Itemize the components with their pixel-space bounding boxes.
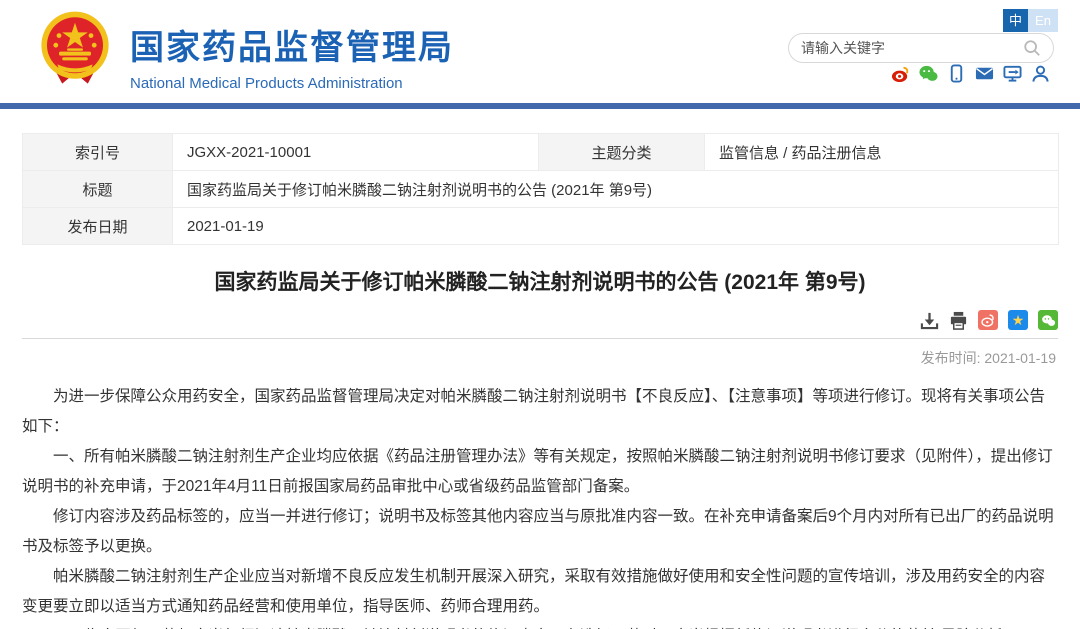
message-board-icon[interactable] — [1003, 64, 1022, 83]
article-action-bar: ★ — [22, 310, 1058, 338]
paragraph: 为进一步保障公众用药安全，国家药品监督管理局决定对帕米膦酸二钠注射剂说明书【不良… — [22, 382, 1058, 442]
site-title-en: National Medical Products Administration — [130, 75, 454, 92]
wechat-icon[interactable] — [919, 64, 938, 83]
lang-en-button[interactable]: En — [1028, 9, 1058, 32]
user-icon[interactable] — [1031, 64, 1050, 83]
article: 国家药监局关于修订帕米膦酸二钠注射剂说明书的公告 (2021年 第9号) ★ — [22, 266, 1058, 629]
search-icon[interactable] — [1023, 39, 1041, 57]
qzone-star-glyph: ★ — [1012, 313, 1025, 327]
meta-category-label: 主题分类 — [539, 134, 705, 171]
paragraph: 一、所有帕米膦酸二钠注射剂生产企业均应依据《药品注册管理办法》等有关规定，按照帕… — [22, 442, 1058, 502]
meta-title-label: 标题 — [23, 171, 173, 208]
paragraph: 修订内容涉及药品标签的，应当一并进行修订；说明书及标签其他内容应当与原批准内容一… — [22, 502, 1058, 562]
meta-index-label: 索引号 — [23, 134, 173, 171]
download-icon[interactable] — [920, 311, 939, 330]
mobile-icon[interactable] — [947, 64, 966, 83]
table-row: 发布日期 2021-01-19 — [23, 208, 1059, 245]
share-weibo-icon[interactable] — [978, 310, 998, 330]
mail-icon[interactable] — [975, 64, 994, 83]
language-toggle: 中 En — [1003, 9, 1058, 32]
site-title-zh: 国家药品监督管理局 — [130, 20, 454, 69]
meta-category-value: 监管信息 / 药品注册信息 — [705, 134, 1059, 171]
meta-date-label: 发布日期 — [23, 208, 173, 245]
header-social-icons — [891, 64, 1050, 83]
article-title: 国家药监局关于修订帕米膦酸二钠注射剂说明书的公告 (2021年 第9号) — [22, 266, 1058, 296]
print-icon[interactable] — [949, 311, 968, 330]
paragraph: 帕米膦酸二钠注射剂生产企业应当对新增不良反应发生机制开展深入研究，采取有效措施做… — [22, 562, 1058, 622]
document-meta-table: 索引号 JGXX-2021-10001 主题分类 监管信息 / 药品注册信息 标… — [22, 133, 1059, 245]
article-body: 为进一步保障公众用药安全，国家药品监督管理局决定对帕米膦酸二钠注射剂说明书【不良… — [22, 382, 1058, 629]
publish-time-label: 发布时间: — [921, 350, 985, 366]
lang-zh-button[interactable]: 中 — [1003, 9, 1028, 32]
meta-index-value: JGXX-2021-10001 — [173, 134, 539, 171]
table-row: 标题 国家药监局关于修订帕米膦酸二钠注射剂说明书的公告 (2021年 第9号) — [23, 171, 1059, 208]
meta-title-value: 国家药监局关于修订帕米膦酸二钠注射剂说明书的公告 (2021年 第9号) — [173, 171, 1059, 208]
meta-date-value: 2021-01-19 — [173, 208, 1059, 245]
site-header: 国家药品监督管理局 National Medical Products Admi… — [0, 0, 1080, 103]
search-box — [788, 33, 1054, 63]
publish-time-value: 2021-01-19 — [984, 350, 1056, 366]
header-divider-bar — [0, 103, 1080, 109]
share-wechat-icon[interactable] — [1038, 310, 1058, 330]
search-input[interactable] — [801, 40, 1023, 56]
paragraph: 二、临床医师、药师应当仔细阅读帕米膦酸二钠注射剂说明书的修订内容，在选择用药时，… — [22, 622, 1058, 629]
publish-time: 发布时间: 2021-01-19 — [22, 339, 1058, 382]
national-emblem-icon — [35, 9, 115, 91]
table-row: 索引号 JGXX-2021-10001 主题分类 监管信息 / 药品注册信息 — [23, 134, 1059, 171]
weibo-icon[interactable] — [891, 64, 910, 83]
share-qzone-icon[interactable]: ★ — [1008, 310, 1028, 330]
